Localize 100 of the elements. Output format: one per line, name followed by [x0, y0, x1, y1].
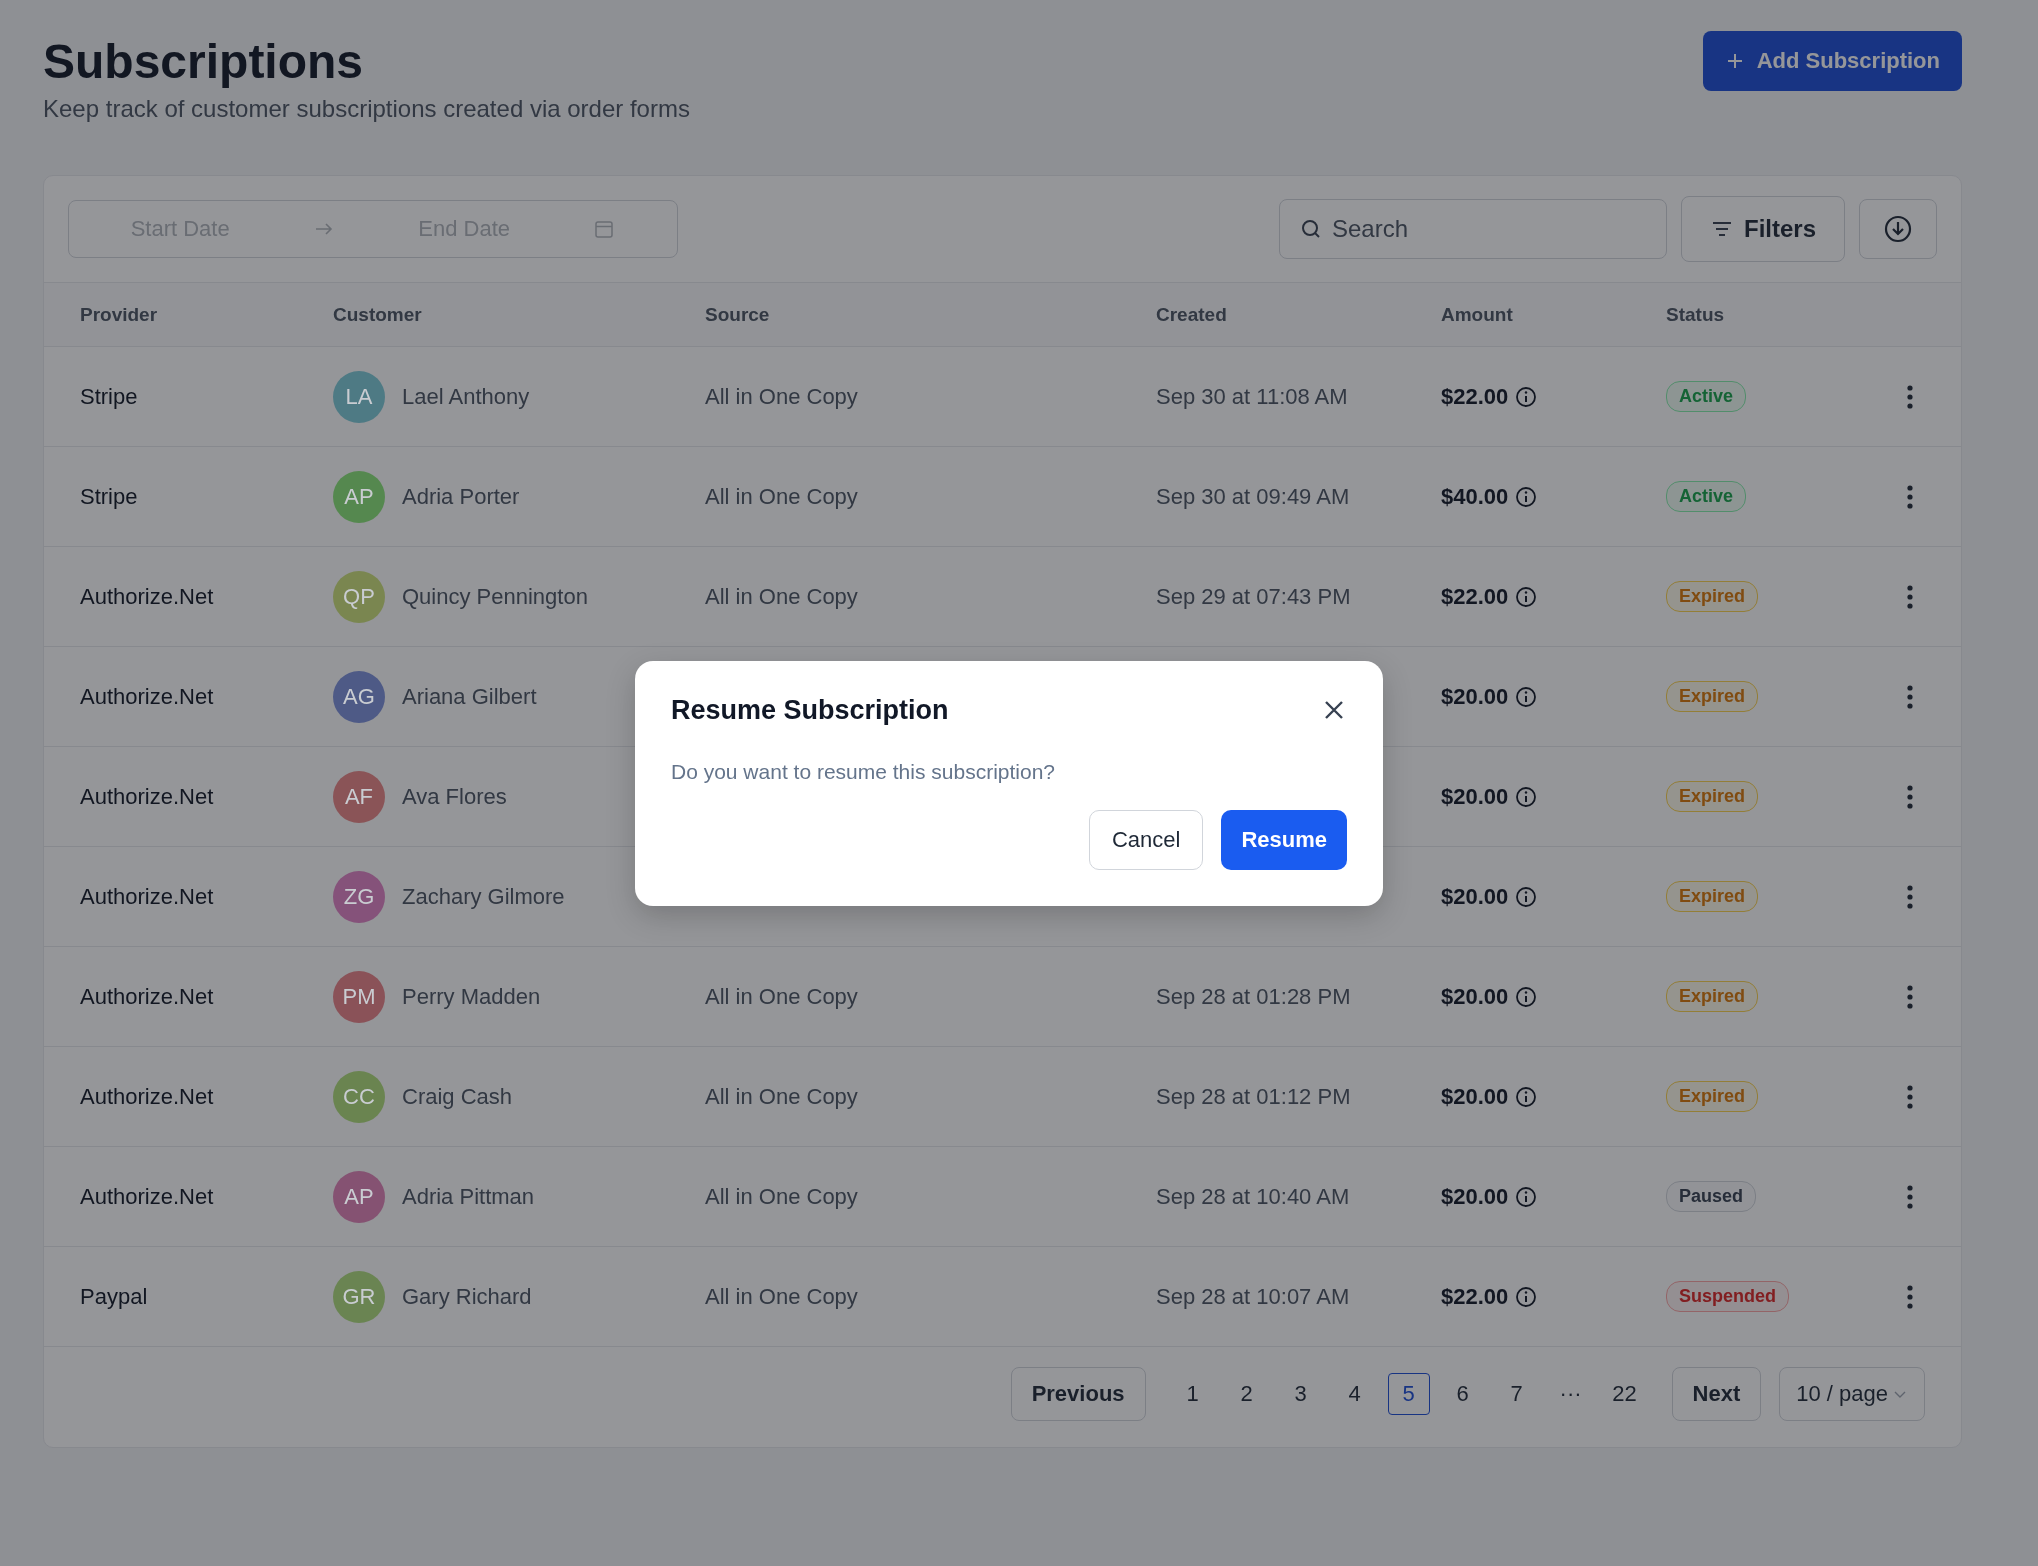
info-icon[interactable] [1514, 784, 1539, 809]
filters-button[interactable]: Filters [1680, 196, 1845, 262]
download-button[interactable] [1859, 199, 1937, 259]
more-options-icon[interactable] [1906, 983, 1914, 1010]
page-size-select[interactable]: 10 / page [1779, 1367, 1925, 1421]
page-number[interactable]: 3 [1279, 1373, 1322, 1415]
created-cell: Sep 30 at 11:08 AM [1156, 383, 1348, 409]
amount-cell: $22.00 [1441, 1283, 1509, 1310]
more-options-icon[interactable] [1906, 783, 1914, 810]
more-options-icon[interactable] [1906, 583, 1914, 610]
source-cell: All in One Copy [705, 1283, 858, 1309]
customer-name: Zachary Gilmore [402, 883, 565, 910]
status-badge: Expired [1666, 781, 1759, 812]
status-badge: Active [1666, 381, 1747, 412]
avatar: ZG [333, 870, 385, 923]
provider-cell-text: Authorize.Net [80, 783, 215, 810]
page-number[interactable]: 1 [1171, 1373, 1214, 1415]
avatar: CC [333, 1070, 385, 1123]
amount-cell: $22.00 [1441, 583, 1509, 610]
customer-name: Ava Flores [402, 783, 507, 810]
info-icon[interactable] [1514, 1184, 1539, 1209]
created-cell: Sep 28 at 10:40 AM [1156, 1183, 1350, 1209]
resume-button[interactable]: Resume [1221, 809, 1347, 870]
avatar: LA [333, 370, 385, 423]
dialog-message: Do you want to resume this subscription? [671, 759, 1057, 784]
avatar: AP [333, 470, 385, 523]
amount-cell: $20.00 [1441, 1083, 1509, 1110]
amount-cell: $40.00 [1441, 483, 1509, 510]
column-header: Status [1666, 303, 1726, 326]
source-cell: All in One Copy [705, 1183, 858, 1209]
page-number[interactable]: 2 [1225, 1373, 1268, 1415]
more-options-icon[interactable] [1906, 1183, 1914, 1210]
status-badge: Expired [1666, 681, 1759, 712]
info-icon[interactable] [1514, 584, 1539, 609]
amount-cell: $20.00 [1441, 783, 1509, 810]
cancel-button[interactable]: Cancel [1088, 809, 1204, 870]
amount-cell: $20.00 [1441, 683, 1509, 710]
status-badge: Active [1666, 481, 1747, 512]
avatar: AP [333, 1170, 385, 1223]
more-options-icon[interactable] [1906, 483, 1914, 510]
info-icon[interactable] [1514, 984, 1539, 1009]
customer-name: Lael Anthony [402, 383, 530, 410]
status-badge: Expired [1666, 981, 1759, 1012]
customer-name: Adria Pittman [402, 1183, 535, 1210]
info-icon[interactable] [1514, 1084, 1539, 1109]
provider-cell-text: Authorize.Net [80, 1183, 215, 1210]
download-icon [1883, 214, 1913, 244]
provider-cell-text: Authorize.Net [80, 683, 215, 710]
page-number[interactable]: 7 [1495, 1373, 1538, 1415]
status-badge: Paused [1666, 1181, 1757, 1212]
info-icon[interactable] [1514, 384, 1539, 409]
page-number[interactable]: ··· [1549, 1373, 1592, 1415]
more-options-icon[interactable] [1906, 883, 1914, 910]
column-header: Source [705, 303, 771, 326]
amount-cell: $20.00 [1441, 983, 1509, 1010]
created-cell: Sep 29 at 07:43 PM [1156, 583, 1351, 609]
provider-cell-text: Authorize.Net [80, 583, 215, 610]
page-title: Subscriptions [43, 34, 365, 89]
page-number[interactable]: 5 [1387, 1373, 1430, 1415]
calendar-icon [593, 218, 616, 240]
status-badge: Suspended [1666, 1281, 1789, 1312]
add-subscription-button[interactable]: Add Subscription [1702, 31, 1962, 91]
created-cell: Sep 28 at 10:07 AM [1156, 1283, 1350, 1309]
previous-button[interactable]: Previous [1010, 1367, 1146, 1421]
customer-name: Perry Madden [402, 983, 541, 1010]
amount-cell: $20.00 [1441, 883, 1509, 910]
created-cell: Sep 28 at 01:28 PM [1156, 983, 1351, 1009]
status-badge: Expired [1666, 581, 1759, 612]
page-number[interactable]: 4 [1333, 1373, 1376, 1415]
amount-cell: $20.00 [1441, 1183, 1509, 1210]
column-header: Provider [80, 303, 159, 326]
status-badge: Expired [1666, 1081, 1759, 1112]
source-cell: All in One Copy [705, 383, 858, 409]
page-number[interactable]: 6 [1441, 1373, 1484, 1415]
info-icon[interactable] [1514, 1284, 1539, 1309]
search-field[interactable]: Search [1278, 199, 1667, 259]
amount-cell: $22.00 [1441, 383, 1509, 410]
more-options-icon[interactable] [1906, 1083, 1914, 1110]
avatar: AG [333, 670, 385, 723]
provider-cell-text: Authorize.Net [80, 983, 215, 1010]
source-cell: All in One Copy [705, 483, 858, 509]
source-cell: All in One Copy [705, 583, 858, 609]
source-cell: All in One Copy [705, 1083, 858, 1109]
customer-name: Gary Richard [402, 1283, 532, 1310]
more-options-icon[interactable] [1906, 683, 1914, 710]
source-cell: All in One Copy [705, 983, 858, 1009]
info-icon[interactable] [1514, 884, 1539, 909]
next-button[interactable]: Next [1671, 1367, 1762, 1421]
page-number[interactable]: 22 [1603, 1373, 1646, 1415]
column-header: Customer [333, 303, 423, 326]
more-options-icon[interactable] [1906, 1283, 1914, 1310]
more-options-icon[interactable] [1906, 383, 1914, 410]
status-badge: Expired [1666, 881, 1759, 912]
provider-cell-text: Authorize.Net [80, 883, 215, 910]
provider-cell-text: Authorize.Net [80, 1083, 215, 1110]
provider-cell-text: Stripe [80, 483, 139, 510]
info-icon[interactable] [1514, 484, 1539, 509]
avatar: GR [333, 1270, 385, 1323]
info-icon[interactable] [1514, 684, 1539, 709]
column-header: Amount [1441, 303, 1514, 326]
